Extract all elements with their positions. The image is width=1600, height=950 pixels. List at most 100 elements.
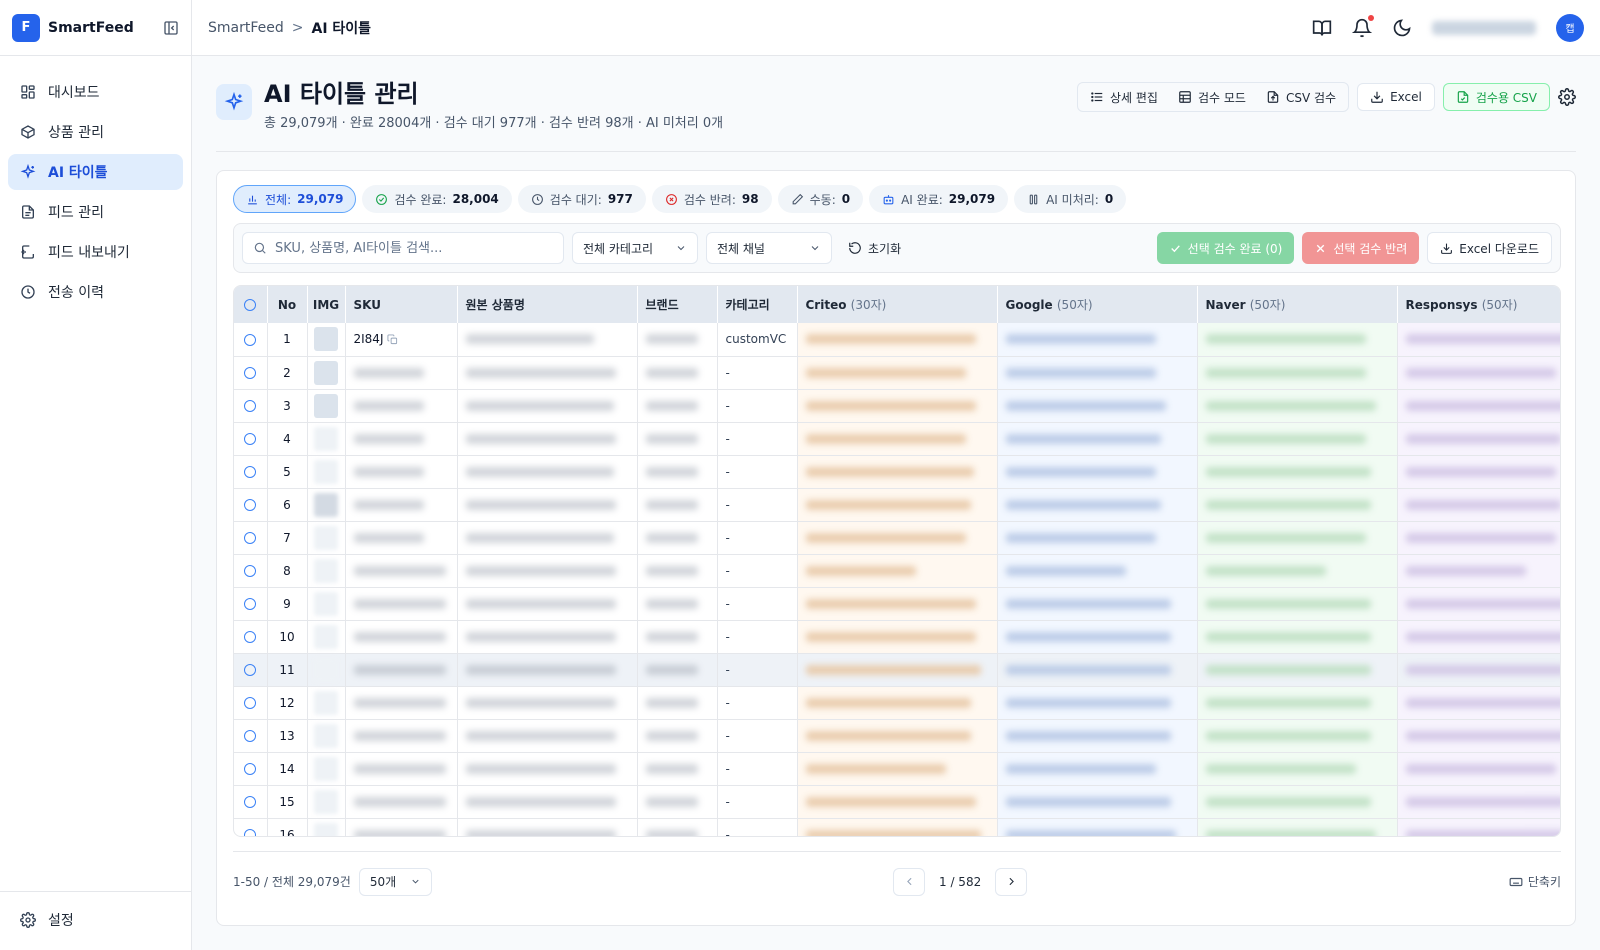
bell-icon[interactable] — [1352, 14, 1374, 38]
sidebar-item-feed-export[interactable]: 피드 내보내기 — [8, 234, 183, 270]
table-row[interactable]: 2- — [234, 356, 1560, 390]
row-select-radio[interactable] — [244, 829, 257, 836]
row-channel-title[interactable] — [997, 356, 1198, 390]
table-row[interactable]: 5- — [234, 455, 1560, 489]
row-channel-title[interactable] — [797, 323, 998, 357]
row-channel-title[interactable] — [997, 554, 1198, 588]
row-channel-title[interactable] — [1397, 323, 1560, 357]
row-channel-title[interactable] — [1397, 752, 1560, 786]
table-row[interactable]: 4- — [234, 422, 1560, 456]
row-channel-title[interactable] — [997, 521, 1198, 555]
row-select-radio[interactable] — [244, 763, 257, 775]
row-channel-title[interactable] — [997, 620, 1198, 654]
row-channel-title[interactable] — [1397, 488, 1560, 522]
row-channel-title[interactable] — [797, 554, 998, 588]
row-select-radio[interactable] — [244, 631, 257, 643]
avatar[interactable]: 캡 — [1556, 13, 1584, 42]
gear-icon[interactable] — [1558, 88, 1576, 106]
row-channel-title[interactable] — [1197, 818, 1398, 836]
row-channel-title[interactable] — [997, 455, 1198, 489]
row-select-radio[interactable] — [244, 499, 257, 511]
table-row[interactable]: 3- — [234, 389, 1560, 423]
row-channel-title[interactable] — [797, 356, 998, 390]
breadcrumb-root[interactable]: SmartFeed — [208, 20, 284, 36]
chip-manual[interactable]: 수동: 0 — [777, 185, 864, 213]
moon-icon[interactable] — [1392, 18, 1412, 38]
row-select-radio[interactable] — [244, 598, 257, 610]
row-channel-title[interactable] — [797, 686, 998, 720]
table-row[interactable]: 12 - — [234, 686, 1560, 720]
next-page-button[interactable] — [995, 867, 1028, 896]
row-channel-title[interactable] — [1397, 389, 1560, 423]
detail-edit-button[interactable]: 상세 편집 — [1080, 85, 1168, 109]
row-channel-title[interactable] — [1397, 587, 1560, 621]
sidebar-item-ai-title[interactable]: AI 타이틀 — [8, 154, 183, 190]
row-channel-title[interactable] — [997, 785, 1198, 819]
row-select-radio[interactable] — [244, 433, 257, 445]
table-row[interactable]: 14 - — [234, 752, 1560, 786]
row-channel-title[interactable] — [1397, 818, 1560, 836]
row-select-radio[interactable] — [244, 664, 257, 676]
row-channel-title[interactable] — [1197, 686, 1398, 720]
row-channel-title[interactable] — [997, 752, 1198, 786]
row-channel-title[interactable] — [997, 488, 1198, 522]
row-channel-title[interactable] — [997, 587, 1198, 621]
chip-rejected[interactable]: 검수 반려: 98 — [651, 185, 772, 213]
table-row[interactable]: 7- — [234, 521, 1560, 555]
sidebar-item-history[interactable]: 전송 이력 — [8, 274, 183, 310]
chip-pending[interactable]: 검수 대기: 977 — [517, 185, 646, 213]
row-channel-title[interactable] — [997, 323, 1198, 357]
row-select-radio[interactable] — [244, 532, 257, 544]
reset-button[interactable]: 초기화 — [840, 240, 909, 257]
category-select[interactable]: 전체 카테고리 — [572, 232, 698, 264]
shortcut-button[interactable]: 단축키 — [1509, 873, 1561, 890]
chip-ai-done[interactable]: AI 완료: 29,079 — [869, 185, 1009, 213]
row-select-radio[interactable] — [244, 697, 257, 709]
row-select-radio[interactable] — [244, 466, 257, 478]
row-channel-title[interactable] — [1197, 620, 1398, 654]
chip-ai-pending[interactable]: AI 미처리: 0 — [1014, 185, 1127, 213]
row-channel-title[interactable] — [997, 653, 1198, 687]
row-channel-title[interactable] — [797, 422, 998, 456]
row-channel-title[interactable] — [797, 653, 998, 687]
table-row[interactable]: 1 2I84J customVC — [234, 323, 1560, 357]
chip-all[interactable]: 전체: 29,079 — [233, 185, 357, 213]
row-select-radio[interactable] — [244, 796, 257, 808]
table-row[interactable]: 15 - — [234, 785, 1560, 819]
csv-review-button[interactable]: CSV 검수 — [1256, 85, 1346, 109]
row-select-radio[interactable] — [244, 730, 257, 742]
row-channel-title[interactable] — [797, 818, 998, 836]
row-channel-title[interactable] — [1197, 554, 1398, 588]
row-channel-title[interactable] — [1197, 653, 1398, 687]
row-channel-title[interactable] — [1397, 785, 1560, 819]
row-channel-title[interactable] — [1197, 719, 1398, 753]
review-csv-button[interactable]: 검수용 CSV — [1442, 83, 1550, 111]
row-channel-title[interactable] — [1197, 356, 1398, 390]
table-row[interactable]: 16 - — [234, 818, 1560, 836]
row-channel-title[interactable] — [1197, 785, 1398, 819]
row-select-radio[interactable] — [244, 400, 257, 412]
prev-page-button[interactable] — [893, 867, 925, 896]
select-all-radio[interactable] — [244, 299, 257, 311]
channel-select[interactable]: 전체 채널 — [706, 232, 832, 264]
row-channel-title[interactable] — [797, 488, 998, 522]
row-channel-title[interactable] — [1197, 455, 1398, 489]
row-channel-title[interactable] — [1197, 422, 1398, 456]
row-channel-title[interactable] — [1397, 455, 1560, 489]
row-channel-title[interactable] — [1397, 686, 1560, 720]
row-select-radio[interactable] — [244, 333, 257, 346]
page-size-select[interactable]: 50개 — [358, 867, 433, 896]
review-mode-button[interactable]: 검수 모드 — [1168, 85, 1256, 109]
row-channel-title[interactable] — [997, 422, 1198, 456]
row-channel-title[interactable] — [1197, 323, 1398, 357]
book-icon[interactable] — [1312, 18, 1332, 38]
table-row[interactable]: 10 - — [234, 620, 1560, 654]
sidebar-item-dashboard[interactable]: 대시보드 — [8, 74, 183, 110]
row-channel-title[interactable] — [797, 521, 998, 555]
row-channel-title[interactable] — [997, 719, 1198, 753]
row-channel-title[interactable] — [797, 389, 998, 423]
reject-selected-button[interactable]: 선택 검수 반려 — [1302, 232, 1420, 264]
row-channel-title[interactable] — [797, 455, 998, 489]
row-channel-title[interactable] — [997, 686, 1198, 720]
table-row[interactable]: 11 - — [234, 653, 1560, 687]
